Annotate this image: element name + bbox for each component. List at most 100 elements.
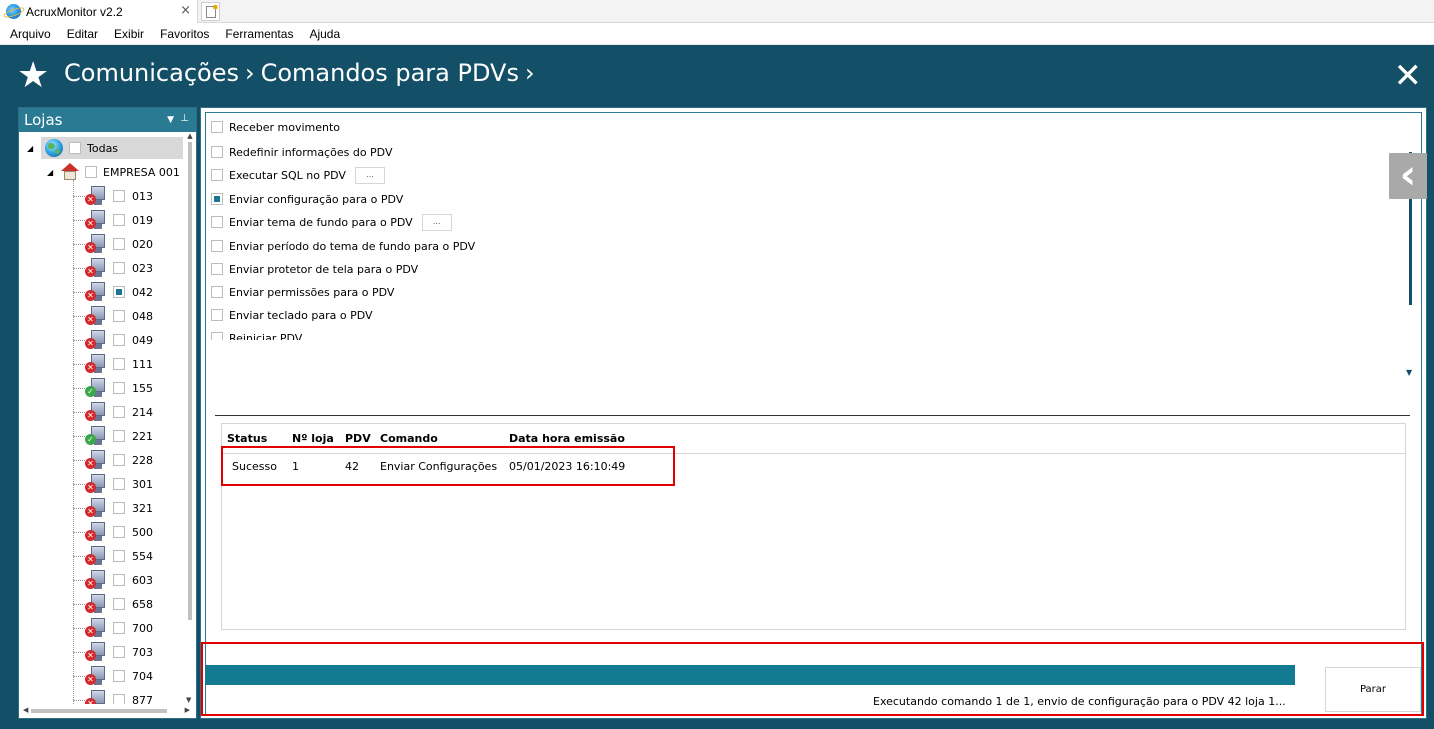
browse-button[interactable]: ...	[421, 213, 452, 231]
scroll-left-arrow-icon[interactable]: ◀	[23, 706, 28, 714]
store-item-500[interactable]: ✕ 500	[85, 520, 153, 544]
browse-button[interactable]: ...	[354, 166, 385, 184]
command-item[interactable]: Reiniciar PDV	[211, 329, 302, 340]
store-item-603[interactable]: ✕ 603	[85, 568, 153, 592]
collapse-arrow-icon[interactable]: ◢	[47, 168, 57, 177]
store-checkbox[interactable]	[113, 478, 125, 490]
store-item-554[interactable]: ✕ 554	[85, 544, 153, 568]
collapse-arrow-icon[interactable]: ◢	[27, 144, 37, 153]
store-item-020[interactable]: ✕ 020	[85, 232, 153, 256]
command-checkbox[interactable]	[211, 121, 223, 133]
dropdown-arrow-icon[interactable]: ▼	[167, 108, 174, 132]
store-item-048[interactable]: ✕ 048	[85, 304, 153, 328]
store-item-023[interactable]: ✕ 023	[85, 256, 153, 280]
store-checkbox[interactable]	[113, 646, 125, 658]
menu-ferramentas[interactable]: Ferramentas	[225, 27, 293, 41]
store-checkbox[interactable]	[113, 190, 125, 202]
command-item[interactable]: Enviar configuração para o PDV	[211, 190, 403, 208]
store-checkbox[interactable]	[113, 310, 125, 322]
store-checkbox[interactable]	[113, 382, 125, 394]
command-item[interactable]: Executar SQL no PDV...	[211, 166, 385, 184]
command-item[interactable]: Receber movimento	[211, 118, 340, 136]
scroll-up-arrow-icon[interactable]: ▲	[185, 132, 195, 140]
scroll-thumb[interactable]	[31, 709, 167, 713]
breadcrumb-comunicacoes[interactable]: Comunicações	[64, 59, 239, 87]
store-item-877[interactable]: ✕ 877	[85, 688, 153, 704]
store-item-704[interactable]: ✕ 704	[85, 664, 153, 688]
command-checkbox[interactable]	[211, 263, 223, 275]
store-checkbox[interactable]	[113, 334, 125, 346]
store-item-049[interactable]: ✕ 049	[85, 328, 153, 352]
company-checkbox[interactable]	[85, 166, 97, 178]
tree-root-todas[interactable]: ◢ Todas	[27, 136, 183, 160]
store-item-321[interactable]: ✕ 321	[85, 496, 153, 520]
scroll-down-arrow-icon[interactable]: ▼	[186, 696, 191, 704]
store-checkbox[interactable]	[113, 622, 125, 634]
store-checkbox[interactable]	[113, 358, 125, 370]
header-loja[interactable]: Nº loja	[292, 432, 334, 445]
command-item[interactable]: Enviar protetor de tela para o PDV	[211, 260, 418, 278]
todas-checkbox[interactable]	[69, 142, 81, 154]
command-checkbox[interactable]	[211, 193, 223, 205]
command-checkbox[interactable]	[211, 286, 223, 298]
store-item-013[interactable]: ✕ 013	[85, 184, 153, 208]
store-checkbox[interactable]	[113, 574, 125, 586]
command-checkbox[interactable]	[211, 240, 223, 252]
close-icon[interactable]: ✕	[1394, 59, 1423, 93]
command-item[interactable]: Enviar permissões para o PDV	[211, 283, 394, 301]
header-status[interactable]: Status	[227, 432, 267, 445]
menu-exibir[interactable]: Exibir	[114, 27, 144, 41]
scroll-right-arrow-icon[interactable]: ▶	[185, 706, 190, 714]
store-item-301[interactable]: ✕ 301	[85, 472, 153, 496]
store-checkbox[interactable]	[113, 286, 125, 298]
stop-button[interactable]: Parar	[1325, 667, 1421, 712]
command-item[interactable]: Enviar teclado para o PDV	[211, 306, 373, 324]
store-item-111[interactable]: ✕ 111	[85, 352, 153, 376]
menu-ajuda[interactable]: Ajuda	[309, 27, 340, 41]
header-data-hora[interactable]: Data hora emissão	[509, 432, 625, 445]
menu-arquivo[interactable]: Arquivo	[10, 27, 51, 41]
command-checkbox[interactable]	[211, 146, 223, 158]
store-item-700[interactable]: ✕ 700	[85, 616, 153, 640]
lojas-horizontal-scrollbar[interactable]: ◀ ▶	[19, 704, 196, 718]
store-checkbox[interactable]	[113, 670, 125, 682]
store-item-019[interactable]: ✕ 019	[85, 208, 153, 232]
command-checkbox[interactable]	[211, 216, 223, 228]
store-checkbox[interactable]	[113, 238, 125, 250]
command-checkbox[interactable]	[211, 309, 223, 321]
breadcrumb-comandos-pdvs[interactable]: Comandos para PDVs	[261, 59, 519, 87]
lojas-vertical-scrollbar[interactable]: ▲ ▼	[185, 132, 195, 704]
store-checkbox[interactable]	[113, 262, 125, 274]
store-checkbox[interactable]	[113, 454, 125, 466]
store-item-228[interactable]: ✕ 228	[85, 448, 153, 472]
store-checkbox[interactable]	[113, 526, 125, 538]
favorite-star-icon[interactable]: ★	[17, 55, 49, 97]
store-checkbox[interactable]	[113, 214, 125, 226]
header-comando[interactable]: Comando	[380, 432, 438, 445]
scroll-thumb[interactable]	[188, 142, 192, 620]
command-item[interactable]: Enviar período do tema de fundo para o P…	[211, 237, 475, 255]
header-pdv[interactable]: PDV	[345, 432, 371, 445]
pin-icon[interactable]: ⊥	[180, 107, 189, 131]
store-checkbox[interactable]	[113, 550, 125, 562]
command-checkbox[interactable]	[211, 332, 223, 340]
store-checkbox[interactable]	[113, 598, 125, 610]
store-item-703[interactable]: ✕ 703	[85, 640, 153, 664]
store-checkbox[interactable]	[113, 430, 125, 442]
store-checkbox[interactable]	[113, 502, 125, 514]
new-tab-button[interactable]: ✸	[201, 2, 220, 21]
store-item-042[interactable]: ✕ 042	[85, 280, 153, 304]
store-item-658[interactable]: ✕ 658	[85, 592, 153, 616]
store-checkbox[interactable]	[113, 694, 125, 704]
chevron-left-icon[interactable]: ‹	[1389, 153, 1427, 199]
tree-company[interactable]: ◢ EMPRESA 001	[47, 160, 180, 184]
store-checkbox[interactable]	[113, 406, 125, 418]
store-item-214[interactable]: ✕ 214	[85, 400, 153, 424]
command-item[interactable]: Redefinir informações do PDV	[211, 143, 392, 161]
store-item-155[interactable]: ✓ 155	[85, 376, 153, 400]
browser-tab[interactable]: AcruxMonitor v2.2 ×	[0, 0, 198, 23]
scroll-down-arrow-icon[interactable]: ▼	[1406, 368, 1412, 377]
command-item[interactable]: Enviar tema de fundo para o PDV...	[211, 213, 452, 231]
tab-close-icon[interactable]: ×	[180, 3, 191, 18]
command-checkbox[interactable]	[211, 169, 223, 181]
